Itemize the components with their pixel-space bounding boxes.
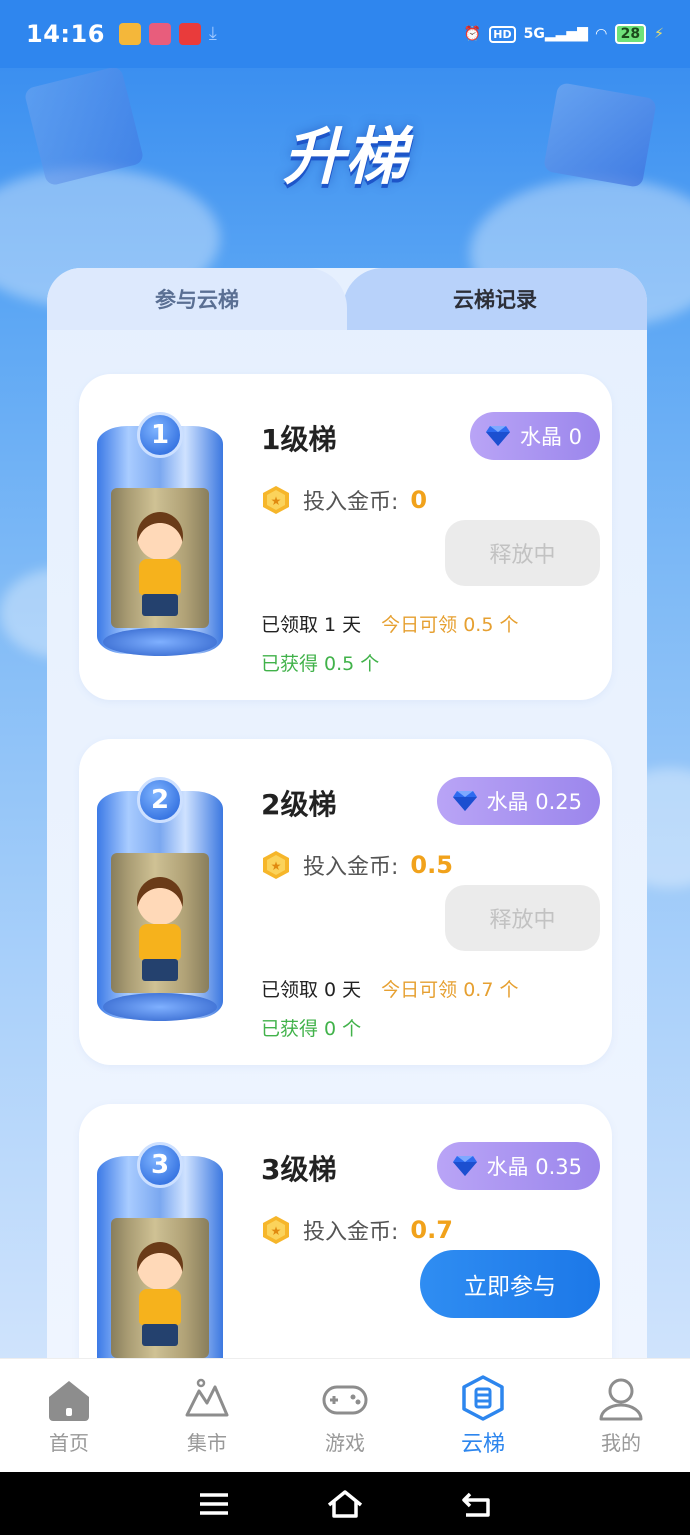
crystal-amount: 水晶 0 xyxy=(519,425,582,449)
gamepad-icon xyxy=(322,1385,368,1415)
coin-icon: ★ xyxy=(263,486,289,514)
crystal-badge: 水晶 0.25 xyxy=(436,777,600,825)
page-title: 升梯 xyxy=(282,120,407,193)
market-icon xyxy=(185,1378,229,1417)
ladder-icon xyxy=(462,1374,504,1421)
crystal-badge: 水晶 0 xyxy=(469,412,600,460)
crystal-amount: 水晶 0.35 xyxy=(486,1155,582,1179)
nav-item-market[interactable]: 集市 xyxy=(138,1359,276,1472)
status-bar: 14:16 ⤓ ⏰ HD 5G▂▃▅▇ ◠ 28 ⚡ xyxy=(0,0,690,68)
character-head xyxy=(137,1242,183,1290)
back-icon[interactable] xyxy=(460,1490,492,1518)
character-head xyxy=(137,877,183,925)
diamond-icon xyxy=(452,1156,477,1176)
elevator-capsule-image: 1 xyxy=(97,412,223,662)
diamond-icon xyxy=(452,791,477,811)
nav-label: 云梯 xyxy=(460,1431,505,1457)
level-name: 3级梯 xyxy=(261,1153,337,1186)
level-number-badge: 1 xyxy=(137,412,183,458)
nav-item-ladder[interactable]: 云梯 xyxy=(414,1359,552,1472)
home-icon xyxy=(49,1381,89,1421)
battery-icon: 28 xyxy=(614,24,647,44)
download-icon: ⤓ xyxy=(208,23,217,44)
bottom-navigation: 首页 集市 游戏 云梯 我的 xyxy=(0,1358,690,1472)
character-pants xyxy=(142,959,178,981)
coin-investment: ★ 投入金币: 0.7 xyxy=(261,1214,453,1246)
diamond-icon xyxy=(485,426,510,446)
character-shirt xyxy=(139,924,181,960)
tab-label: 云梯记录 xyxy=(453,288,537,312)
alarm-icon: ⏰ xyxy=(463,26,482,42)
ladder-card: 1 1级梯 水晶 0 ★ 投入金币: 0 释放中 已领取 1 天 今日可领 0.… xyxy=(79,374,612,700)
coin-icon: ★ xyxy=(263,851,289,879)
nav-label: 首页 xyxy=(49,1431,89,1455)
coin-label: 投入金币: xyxy=(303,855,399,880)
elevator-capsule-image: 3 xyxy=(97,1142,223,1392)
system-navigation-bar xyxy=(0,1472,690,1535)
coin-label: 投入金币: xyxy=(303,490,399,515)
nav-label: 集市 xyxy=(187,1431,227,1455)
nav-label: 我的 xyxy=(601,1431,641,1455)
coin-investment: ★ 投入金币: 0 xyxy=(261,484,427,516)
ladder-card: 2 2级梯 水晶 0.25 ★ 投入金币: 0.5 释放中 已领取 0 天 今日… xyxy=(79,739,612,1065)
claim-info: 已领取 0 天 今日可领 0.7 个 xyxy=(261,975,518,1002)
coin-label: 投入金币: xyxy=(303,1220,399,1245)
status-time: 14:16 xyxy=(26,20,105,48)
coin-investment: ★ 投入金币: 0.5 xyxy=(261,849,453,881)
home-button-icon[interactable] xyxy=(326,1489,364,1519)
status-indicators: ⏰ HD 5G▂▃▅▇ ◠ 28 ⚡ xyxy=(464,24,664,44)
character-pants xyxy=(142,594,178,616)
tab-join-ladder[interactable]: 参与云梯 xyxy=(47,268,347,330)
releasing-button[interactable]: 释放中 xyxy=(445,885,600,951)
character-shirt xyxy=(139,559,181,595)
nav-label: 游戏 xyxy=(325,1431,365,1455)
svg-text:★: ★ xyxy=(271,494,282,508)
coin-icon: ★ xyxy=(263,1216,289,1244)
notification-icons: ⤓ xyxy=(118,23,217,45)
level-number-badge: 2 xyxy=(137,777,183,823)
wifi-icon: ◠ xyxy=(595,26,607,42)
crystal-amount: 水晶 0.25 xyxy=(486,790,582,814)
today-claimable: 今日可领 0.5 个 xyxy=(381,614,519,636)
nav-item-home[interactable]: 首页 xyxy=(0,1359,138,1472)
svg-text:★: ★ xyxy=(271,859,282,873)
coin-value: 0.7 xyxy=(410,1216,453,1244)
profile-icon xyxy=(599,1378,643,1421)
charging-icon: ⚡ xyxy=(654,26,664,42)
character-shirt xyxy=(139,1289,181,1325)
tab-label: 参与云梯 xyxy=(155,288,239,312)
nav-item-profile[interactable]: 我的 xyxy=(552,1359,690,1472)
capsule-base xyxy=(103,628,217,656)
claimed-days: 已领取 0 天 xyxy=(261,979,362,1001)
level-name: 2级梯 xyxy=(261,788,337,821)
today-claimable: 今日可领 0.7 个 xyxy=(381,979,519,1001)
level-number-badge: 3 xyxy=(137,1142,183,1188)
network-type: 5G xyxy=(523,26,545,42)
level-name: 1级梯 xyxy=(261,423,337,456)
tab-ladder-records[interactable]: 云梯记录 xyxy=(343,268,647,330)
coin-value: 0 xyxy=(410,486,428,514)
elevator-capsule-image: 2 xyxy=(97,777,223,1027)
character-head xyxy=(137,512,183,560)
crystal-badge: 水晶 0.35 xyxy=(436,1142,600,1190)
join-now-button[interactable]: 立即参与 xyxy=(420,1250,600,1318)
signal-icon: 5G▂▃▅▇ xyxy=(523,26,588,42)
earned-amount: 已获得 0.5 个 xyxy=(261,653,380,675)
capsule-base xyxy=(103,993,217,1021)
nav-item-games[interactable]: 游戏 xyxy=(276,1359,414,1472)
hd-icon: HD xyxy=(489,25,516,43)
app-notification-icon xyxy=(178,23,201,45)
character-pants xyxy=(142,1324,178,1346)
coin-value: 0.5 xyxy=(410,851,453,879)
menu-icon[interactable] xyxy=(198,1492,230,1516)
earned-amount: 已获得 0 个 xyxy=(261,1018,362,1040)
claim-info: 已领取 1 天 今日可领 0.5 个 xyxy=(261,610,518,637)
app-notification-icon xyxy=(118,23,141,45)
releasing-button[interactable]: 释放中 xyxy=(445,520,600,586)
svg-text:★: ★ xyxy=(271,1224,282,1238)
app-notification-icon xyxy=(148,23,171,45)
claimed-days: 已领取 1 天 xyxy=(261,614,362,636)
